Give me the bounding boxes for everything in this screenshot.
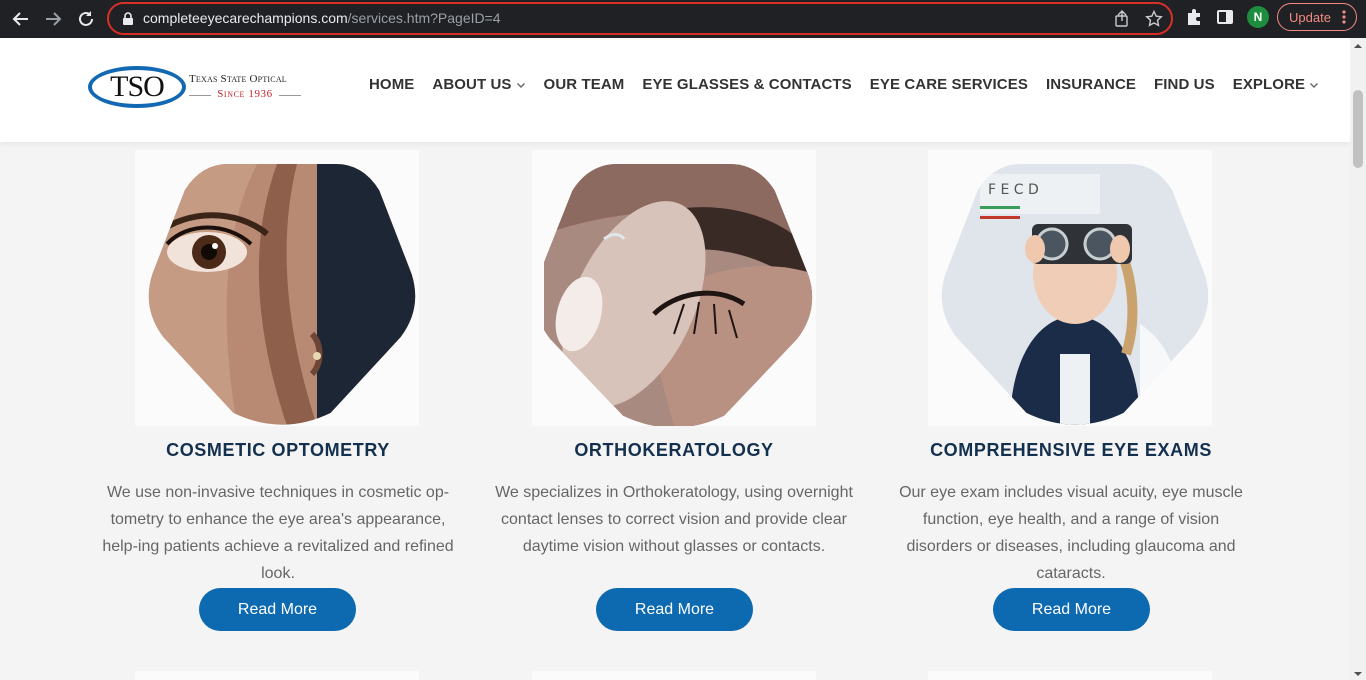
lock-icon[interactable] [121,12,135,26]
service-card-orthokeratology: ORTHOKERATOLOGY We specializes in Orthok… [476,150,872,650]
service-title: COSMETIC OPTOMETRY [166,440,390,460]
site-header: TSO Texas State Optical Since 1936 HOME … [0,38,1350,142]
back-arrow-icon[interactable] [10,8,32,30]
browser-toolbar: completeeyecarechampions.com/services.ht… [0,0,1366,38]
bookmark-star-icon[interactable] [1145,10,1163,28]
nav-home[interactable]: HOME [369,76,414,93]
nav-label: EYE CARE SERVICES [869,76,1028,93]
side-panel-icon[interactable] [1214,6,1236,28]
url-domain: completeeyecarechampions.com [143,10,348,26]
profile-avatar[interactable]: N [1247,6,1269,28]
nav-label: ABOUT US [432,76,512,93]
url-path: /services.htm?PageID=4 [347,10,501,26]
scroll-down-arrow-icon[interactable] [1354,670,1362,678]
forward-arrow-icon[interactable] [42,8,64,30]
service-description: We use non-invasive techniques in cosmet… [102,484,454,582]
child-eye-exam-photo: F E C D [941,164,1209,425]
next-card-edge [532,671,816,680]
nav-insurance[interactable]: INSURANCE [1046,76,1136,93]
nav-label: FIND US [1154,76,1215,93]
button-label: Read More [1031,600,1112,618]
service-description: Our eye exam includes visual acuity, eye… [899,484,1243,582]
main-nav: HOME ABOUT US OUR TEAM EYE GLASSES & CON… [369,76,1337,93]
update-label: Update [1289,9,1331,25]
service-title: ORTHOKERATOLOGY [574,440,774,460]
nav-eye-glasses-contacts[interactable]: EYE GLASSES & CONTACTS [642,76,851,93]
scroll-thumb[interactable] [1353,90,1363,168]
page-scrollbar[interactable] [1350,38,1366,680]
read-more-button[interactable]: Read More [993,588,1150,631]
button-label: Read More [237,600,318,618]
nav-find-us[interactable]: FIND US [1154,76,1215,93]
chevron-down-icon [516,82,525,88]
service-card-cosmetic-optometry: COSMETIC OPTOMETRY We use non-invasive t… [80,150,476,650]
address-bar[interactable]: completeeyecarechampions.com/services.ht… [107,2,1173,35]
nav-about-us[interactable]: ABOUT US [432,76,525,93]
read-more-button[interactable]: Read More [199,588,356,631]
nav-label: EYE GLASSES & CONTACTS [642,76,852,93]
chevron-down-icon [1310,82,1319,88]
nav-eye-care-services[interactable]: EYE CARE SERVICES [870,76,1028,93]
logo-company-name: Texas State Optical [189,73,287,85]
next-card-edge [135,671,419,680]
url-text[interactable]: completeeyecarechampions.com/services.ht… [143,10,501,26]
service-card-comprehensive-eye-exams: F E C D COMPREHENSIVE EYE EXAMS Our eye … [873,150,1269,650]
nav-label: INSURANCE [1045,76,1137,93]
extensions-puzzle-icon[interactable] [1183,6,1205,28]
nav-explore[interactable]: EXPLORE [1233,76,1319,93]
button-label: Read More [634,600,715,618]
service-title: COMPREHENSIVE EYE EXAMS [930,440,1212,460]
kebab-menu-icon[interactable] [1342,9,1346,25]
scroll-up-arrow-icon[interactable] [1354,42,1362,50]
read-more-button[interactable]: Read More [596,588,753,631]
share-icon[interactable] [1113,10,1131,28]
logo-oval: TSO [88,66,186,108]
orthokeratology-contact-lens-photo [544,164,813,426]
service-description: We specializes in Orthokeratology, using… [495,484,853,555]
nav-label: EXPLORE [1232,76,1306,93]
nav-label: HOME [369,76,415,93]
svg-text:F E C D: F E C D [988,182,1039,198]
browser-update-button[interactable]: Update [1277,3,1357,31]
nav-our-team[interactable]: OUR TEAM [544,76,625,93]
logo-since: Since 1936 [189,88,301,100]
nav-label: OUR TEAM [543,76,625,93]
site-logo[interactable]: TSO Texas State Optical Since 1936 [88,66,303,110]
next-card-edge [928,671,1212,680]
cosmetic-eye-photo [148,164,416,425]
reload-icon[interactable] [75,8,97,30]
logo-mark: TSO [110,70,165,103]
